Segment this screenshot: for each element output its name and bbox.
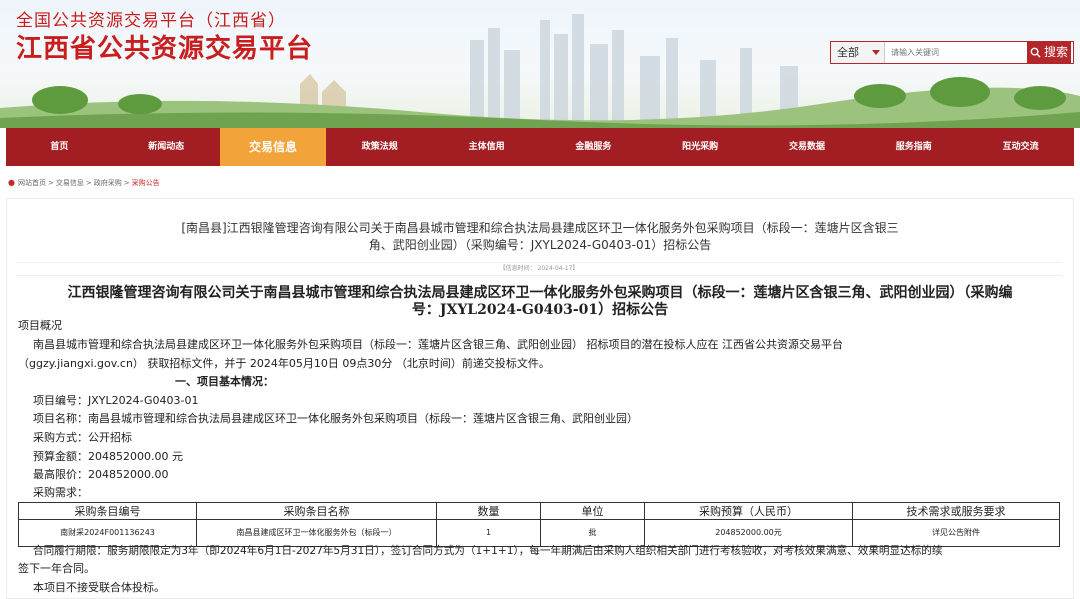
project-number: 项目编号：JXYL2024-G0403-01 [33, 394, 199, 407]
nav-item-trading-info[interactable]: 交易信息 [219, 128, 327, 166]
nav-item-data[interactable]: 交易数据 [754, 128, 861, 166]
article-header-title-line1: [南昌县]江西银隆管理咨询有限公司关于南昌县城市管理和综合执法局县建成区环卫一体… [181, 221, 899, 235]
contract-period-line2: 签下一年合同。 [18, 562, 95, 575]
procurement-method: 采购方式：公开招标 [33, 431, 132, 444]
nav-item-policy[interactable]: 政策法规 [326, 128, 433, 166]
breadcrumb-trading-info[interactable]: 交易信息 [56, 178, 84, 188]
nav-item-guide[interactable]: 服务指南 [860, 128, 967, 166]
nav-item-news[interactable]: 新闻动态 [113, 128, 220, 166]
article-main-title-line2: 号：JXYL2024-G0403-01）招标公告 [411, 302, 669, 318]
search-button-label: 搜索 [1043, 45, 1068, 59]
article-header-title: [南昌县]江西银隆管理咨询有限公司关于南昌县城市管理和综合执法局县建成区环卫一体… [170, 220, 910, 254]
nav-item-finance[interactable]: 金融服务 [540, 128, 647, 166]
breadcrumb: ● 网站首页 > 交易信息 > 政府采购 > 采购公告 [8, 176, 160, 190]
breadcrumb-separator: > [85, 179, 92, 187]
table-header-row: 采购条目编号 采购条目名称 数量 单位 采购预算（人民币） 技术需求或服务要求 [18, 502, 1060, 520]
search-category-value: 全部 [837, 46, 859, 59]
search-button[interactable]: 搜索 [1027, 42, 1071, 63]
requirements-table: 采购条目编号 采购条目名称 数量 单位 采购预算（人民币） 技术需求或服务要求 … [18, 502, 1060, 547]
publish-date: 【信息时间： 2024-04-17】 [16, 262, 1062, 276]
header-banner: 全国公共资源交易平台（江西省） 江西省公共资源交易平台 全部 搜索 [0, 0, 1080, 128]
overview-line1: 南昌县城市管理和综合执法局县建成区环卫一体化服务外包采购项目（标段一：莲塘片区含… [33, 338, 843, 351]
article-main-title-line1: 江西银隆管理咨询有限公司关于南昌县城市管理和综合执法局县建成区环卫一体化服务外包… [67, 285, 1013, 301]
breadcrumb-gov-procurement[interactable]: 政府采购 [94, 178, 122, 188]
breadcrumb-separator: > [48, 179, 54, 187]
contract-period-line1: 合同履行期限：服务期限限定为3年（即2024年6月1日-2027年5月31日），… [33, 545, 943, 557]
table-header-budget: 采购预算（人民币） [644, 502, 853, 520]
article-main-title: 江西银隆管理咨询有限公司关于南昌县城市管理和综合执法局县建成区环卫一体化服务外包… [20, 285, 1060, 319]
search-category-select[interactable]: 全部 [831, 42, 885, 63]
search-input[interactable] [885, 42, 1027, 63]
table-header-unit: 单位 [540, 502, 645, 520]
budget-amount: 预算金额：204852000.00 元 [33, 450, 183, 463]
table-header-quantity: 数量 [436, 502, 541, 520]
max-price: 最高限价：204852000.00 [33, 468, 169, 481]
chevron-down-icon [872, 50, 880, 55]
location-pin-icon: ● [8, 178, 15, 187]
main-nav: 首页 新闻动态 交易信息 政策法规 主体信用 金融服务 阳光采购 交易数据 服务… [6, 128, 1074, 166]
search-bar: 全部 搜索 [830, 41, 1074, 64]
search-icon [1030, 47, 1041, 58]
table-header-requirements: 技术需求或服务要求 [852, 502, 1060, 520]
article-header-title-line2: 角、武阳创业园）（采购编号：JXYL2024-G0403-01）招标公告 [368, 238, 712, 252]
nav-item-credit[interactable]: 主体信用 [433, 128, 540, 166]
overview-line2: （ggzy.jiangxi.gov.cn） 获取招标文件，并于 2024年05月… [18, 357, 550, 370]
nav-item-procurement[interactable]: 阳光采购 [647, 128, 754, 166]
nav-item-interaction[interactable]: 互动交流 [967, 128, 1074, 166]
section-overview-heading: 项目概况 [18, 319, 62, 332]
table-header-item-name: 采购条目名称 [196, 502, 437, 520]
breadcrumb-home[interactable]: 网站首页 [18, 178, 46, 188]
table-header-item-no: 采购条目编号 [18, 502, 197, 520]
project-name: 项目名称：南昌县城市管理和综合执法局县建成区环卫一体化服务外包采购项目（标段一：… [33, 412, 638, 425]
section-basic-heading: 一、项目基本情况： [175, 375, 274, 388]
nav-item-home[interactable]: 首页 [6, 128, 113, 166]
requirements-label: 采购需求： [33, 486, 88, 499]
breadcrumb-current: 采购公告 [131, 179, 160, 187]
consortium-note: 本项目不接受联合体投标。 [33, 581, 165, 594]
breadcrumb-separator: > [123, 179, 130, 187]
site-title: 江西省公共资源交易平台 [16, 34, 314, 64]
